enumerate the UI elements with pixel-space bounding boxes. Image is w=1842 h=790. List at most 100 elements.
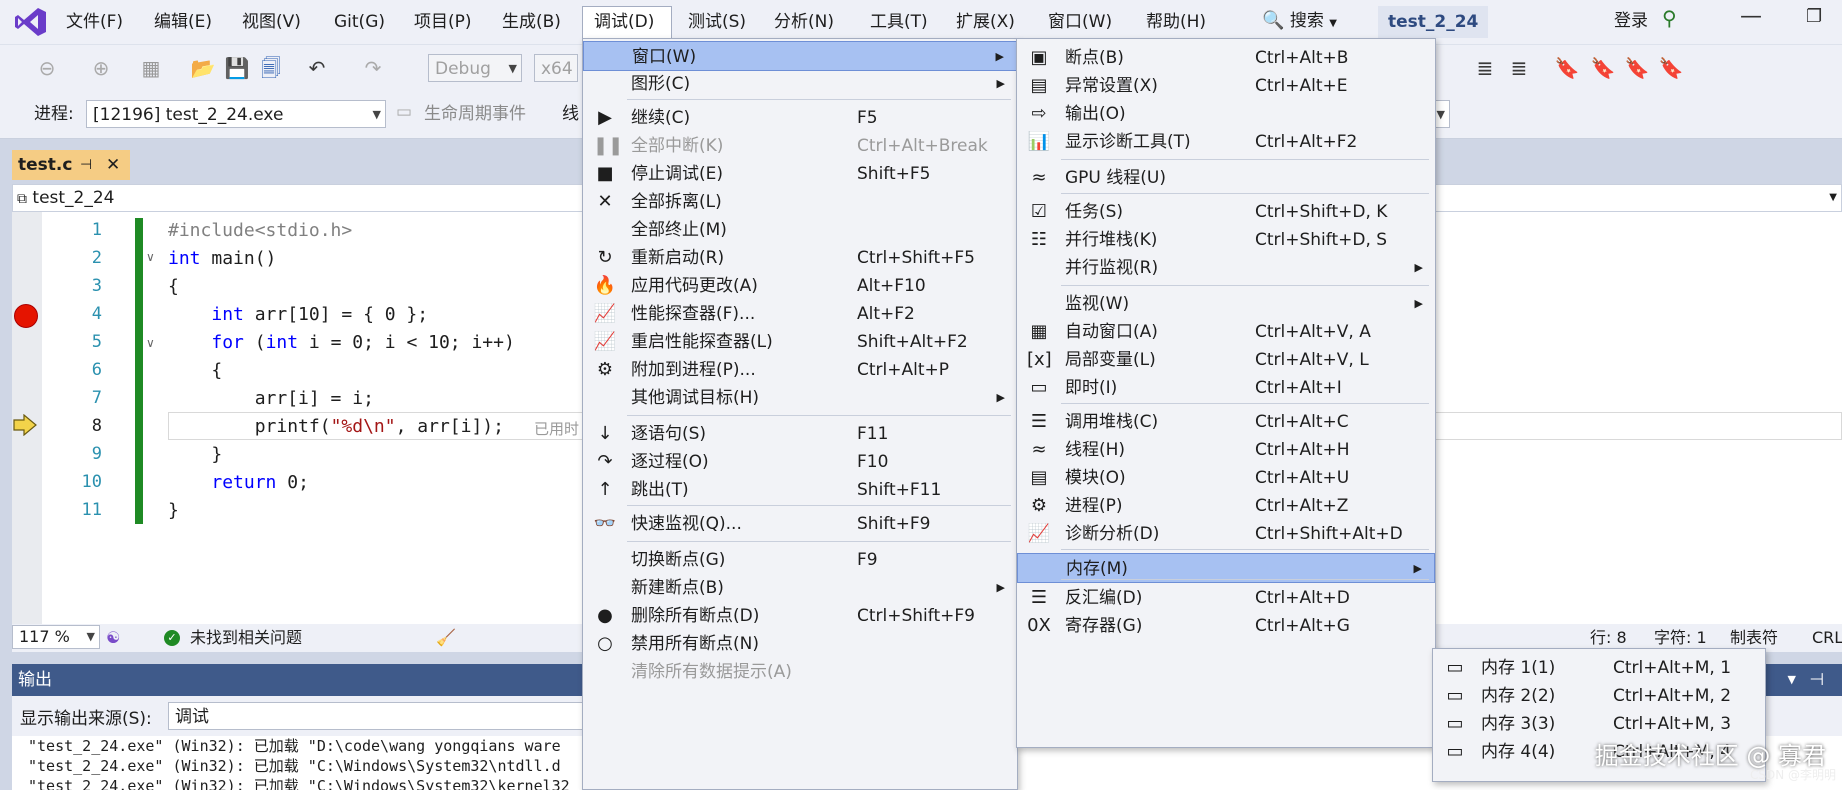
new-item-icon[interactable]: ▦ xyxy=(138,55,164,81)
cleanup-icon[interactable]: 🧹 xyxy=(436,624,456,652)
debug-menu-item[interactable]: 📈 重启性能探查器(L) Shift+Alt+F2 xyxy=(583,327,1017,357)
breakpoint-icon[interactable] xyxy=(14,304,38,328)
menu-item-11[interactable]: 窗口(W) xyxy=(1042,8,1118,36)
debug-menu-item[interactable]: ■ 停止调试(E) Shift+F5 xyxy=(583,159,1017,189)
window-menu-item[interactable]: ☷ 并行堆栈(K) Ctrl+Shift+D, S xyxy=(1017,225,1435,255)
pin-icon[interactable]: ⊣ xyxy=(80,150,92,180)
window-menu-item[interactable]: ☰ 反汇编(D) Ctrl+Alt+D xyxy=(1017,583,1435,613)
window-menu-item[interactable]: ☑ 任务(S) Ctrl+Shift+D, K xyxy=(1017,197,1435,227)
debug-menu-item[interactable]: 切换断点(G) F9 xyxy=(583,545,1017,575)
tab-test-c[interactable]: test.c ⊣ ✕ xyxy=(12,150,130,180)
account-icon[interactable]: ⚲ xyxy=(1662,6,1677,30)
window-menu-item[interactable]: ≈ 线程(H) Ctrl+Alt+H xyxy=(1017,435,1435,465)
search-box[interactable]: 🔍 搜索 ▼ xyxy=(1262,6,1362,36)
bookmark-icon[interactable]: 🔖 xyxy=(1554,55,1580,81)
window-menu-item[interactable]: ▭ 即时(I) Ctrl+Alt+I xyxy=(1017,373,1435,403)
line-ending[interactable]: CRL xyxy=(1812,624,1842,652)
debug-menu-item[interactable]: 🔥 应用代码更改(A) Alt+F10 xyxy=(583,271,1017,301)
login-link[interactable]: 登录 xyxy=(1614,6,1648,36)
debug-menu-item[interactable]: ○ 禁用所有断点(N) xyxy=(583,629,1017,659)
debug-menu-item[interactable]: ↑ 跳出(T) Shift+F11 xyxy=(583,475,1017,505)
menu-item-6[interactable]: 调试(D) xyxy=(588,8,660,36)
chevron-down-icon[interactable]: ▼ xyxy=(1788,664,1796,696)
menu-item-9[interactable]: 工具(T) xyxy=(864,8,934,36)
zoom-dropdown[interactable]: 117 % ▼ xyxy=(12,625,100,649)
back-icon[interactable]: ⊖ xyxy=(34,55,60,81)
menu-item-label: 并行监视(R) xyxy=(1065,258,1159,278)
open-folder-icon[interactable]: 📂 xyxy=(190,55,216,81)
menu-item-12[interactable]: 帮助(H) xyxy=(1140,8,1212,36)
menu-separator xyxy=(1061,193,1429,194)
forward-icon[interactable]: ⊕ xyxy=(88,55,114,81)
vs-logo-icon[interactable] xyxy=(14,6,48,38)
bookmark-next-icon[interactable]: 🔖 xyxy=(1624,55,1650,81)
debug-menu-item[interactable]: 窗口(W) ▶ xyxy=(583,41,1017,71)
window-menu-item[interactable]: ▣ 断点(B) Ctrl+Alt+B xyxy=(1017,43,1435,73)
debug-menu-item[interactable]: ● 删除所有断点(D) Ctrl+Shift+F9 xyxy=(583,601,1017,631)
debug-menu-item[interactable]: 其他调试目标(H) ▶ xyxy=(583,383,1017,413)
chevron-down-icon[interactable]: ▼ xyxy=(1829,185,1837,211)
submenu-arrow-icon: ▶ xyxy=(996,391,1005,404)
window-menu-item[interactable]: ⇨ 输出(O) xyxy=(1017,99,1435,129)
collapse-main-icon[interactable]: ∨ xyxy=(146,250,155,264)
menu-item-10[interactable]: 扩展(X) xyxy=(950,8,1021,36)
window-menu-item[interactable]: ≈ GPU 线程(U) xyxy=(1017,163,1435,193)
close-icon[interactable]: ✕ xyxy=(106,150,120,180)
output-source-dropdown[interactable]: 调试 xyxy=(168,702,598,730)
menu-item-7[interactable]: 测试(S) xyxy=(682,8,752,36)
window-menu-item[interactable]: ▤ 模块(O) Ctrl+Alt+U xyxy=(1017,463,1435,493)
debug-menu-item[interactable]: 📈 性能探查器(F)... Alt+F2 xyxy=(583,299,1017,329)
debug-menu-item[interactable]: ↻ 重新启动(R) Ctrl+Shift+F5 xyxy=(583,243,1017,273)
redo-icon[interactable]: ↷ xyxy=(360,55,386,81)
menu-item-5[interactable]: 生成(B) xyxy=(496,8,567,36)
menu-item-2[interactable]: 视图(V) xyxy=(236,8,307,36)
menu-item-3[interactable]: Git(G) xyxy=(328,8,391,36)
debug-menu-item[interactable]: 👓 快速监视(Q)... Shift+F9 xyxy=(583,509,1017,539)
window-menu-item[interactable]: 📊 显示诊断工具(T) Ctrl+Alt+F2 xyxy=(1017,127,1435,157)
lifecycle-events-button[interactable]: 生命周期事件 xyxy=(424,100,526,128)
window-menu-item[interactable]: ⚙ 进程(P) Ctrl+Alt+Z xyxy=(1017,491,1435,521)
memory-menu-item[interactable]: ▭ 内存 3(3) Ctrl+Alt+M, 3 xyxy=(1433,709,1765,739)
bookmark-clear-icon[interactable]: 🔖 xyxy=(1658,55,1684,81)
debug-menu-item[interactable]: ✕ 全部拆离(L) xyxy=(583,187,1017,217)
debug-menu-item[interactable]: ↓ 逐语句(S) F11 xyxy=(583,419,1017,449)
bookmark-prev-icon[interactable]: 🔖 xyxy=(1590,55,1616,81)
debug-menu-item[interactable]: 图形(C) ▶ xyxy=(583,69,1017,99)
process-dropdown[interactable]: [12196] test_2_24.exe ▼ xyxy=(86,100,386,128)
platform-dropdown[interactable]: x64 xyxy=(534,54,578,82)
collapse-for-icon[interactable]: ∨ xyxy=(146,336,155,350)
window-menu-item[interactable]: 0X 寄存器(G) Ctrl+Alt+G xyxy=(1017,611,1435,641)
menu-item-shortcut: F10 xyxy=(857,452,889,472)
debug-menu-item[interactable]: 全部终止(M) xyxy=(583,215,1017,245)
debug-menu-item[interactable]: ↷ 逐过程(O) F10 xyxy=(583,447,1017,477)
window-menu-item[interactable]: [x] 局部变量(L) Ctrl+Alt+V, L xyxy=(1017,345,1435,375)
menu-item-1[interactable]: 编辑(E) xyxy=(148,8,218,36)
debug-menu-item[interactable]: ⚙ 附加到进程(P)... Ctrl+Alt+P xyxy=(583,355,1017,385)
restore-button[interactable]: ❐ xyxy=(1806,6,1822,27)
debug-menu-item[interactable]: ▶ 继续(C) F5 xyxy=(583,103,1017,133)
search-label: 搜索 xyxy=(1289,11,1324,31)
menu-item-0[interactable]: 文件(F) xyxy=(60,8,129,36)
undo-icon[interactable]: ↶ xyxy=(304,55,330,81)
menu-item-shortcut: Ctrl+Alt+P xyxy=(857,360,950,380)
debug-menu-item[interactable]: 新建断点(B) ▶ xyxy=(583,573,1017,603)
window-menu-item[interactable]: 📈 诊断分析(D) Ctrl+Shift+Alt+D xyxy=(1017,519,1435,549)
window-menu-item[interactable]: ☰ 调用堆栈(C) Ctrl+Alt+C xyxy=(1017,407,1435,437)
minimize-button[interactable]: — xyxy=(1740,4,1762,29)
outdent-icon[interactable]: ≣ xyxy=(1506,55,1532,81)
save-all-icon[interactable]: 🗐 xyxy=(258,55,284,81)
indent-icon[interactable]: ≣ xyxy=(1472,55,1498,81)
issues-status[interactable]: 未找到相关问题 xyxy=(190,624,302,652)
window-menu-item[interactable]: 监视(W) ▶ xyxy=(1017,289,1435,319)
intellicode-icon[interactable]: ☯ xyxy=(106,624,120,652)
configuration-dropdown[interactable]: Debug ▼ xyxy=(428,54,522,82)
window-menu-item[interactable]: ▦ 自动窗口(A) Ctrl+Alt+V, A xyxy=(1017,317,1435,347)
memory-menu-item[interactable]: ▭ 内存 1(1) Ctrl+Alt+M, 1 xyxy=(1433,653,1765,683)
window-menu-item[interactable]: ▤ 异常设置(X) Ctrl+Alt+E xyxy=(1017,71,1435,101)
save-icon[interactable]: 💾 xyxy=(224,55,250,81)
memory-menu-item[interactable]: ▭ 内存 2(2) Ctrl+Alt+M, 2 xyxy=(1433,681,1765,711)
pin-icon[interactable]: ⊣ xyxy=(1809,664,1824,696)
window-menu-item[interactable]: 并行监视(R) ▶ xyxy=(1017,253,1435,283)
menu-item-8[interactable]: 分析(N) xyxy=(768,8,840,36)
menu-item-4[interactable]: 项目(P) xyxy=(408,8,478,36)
